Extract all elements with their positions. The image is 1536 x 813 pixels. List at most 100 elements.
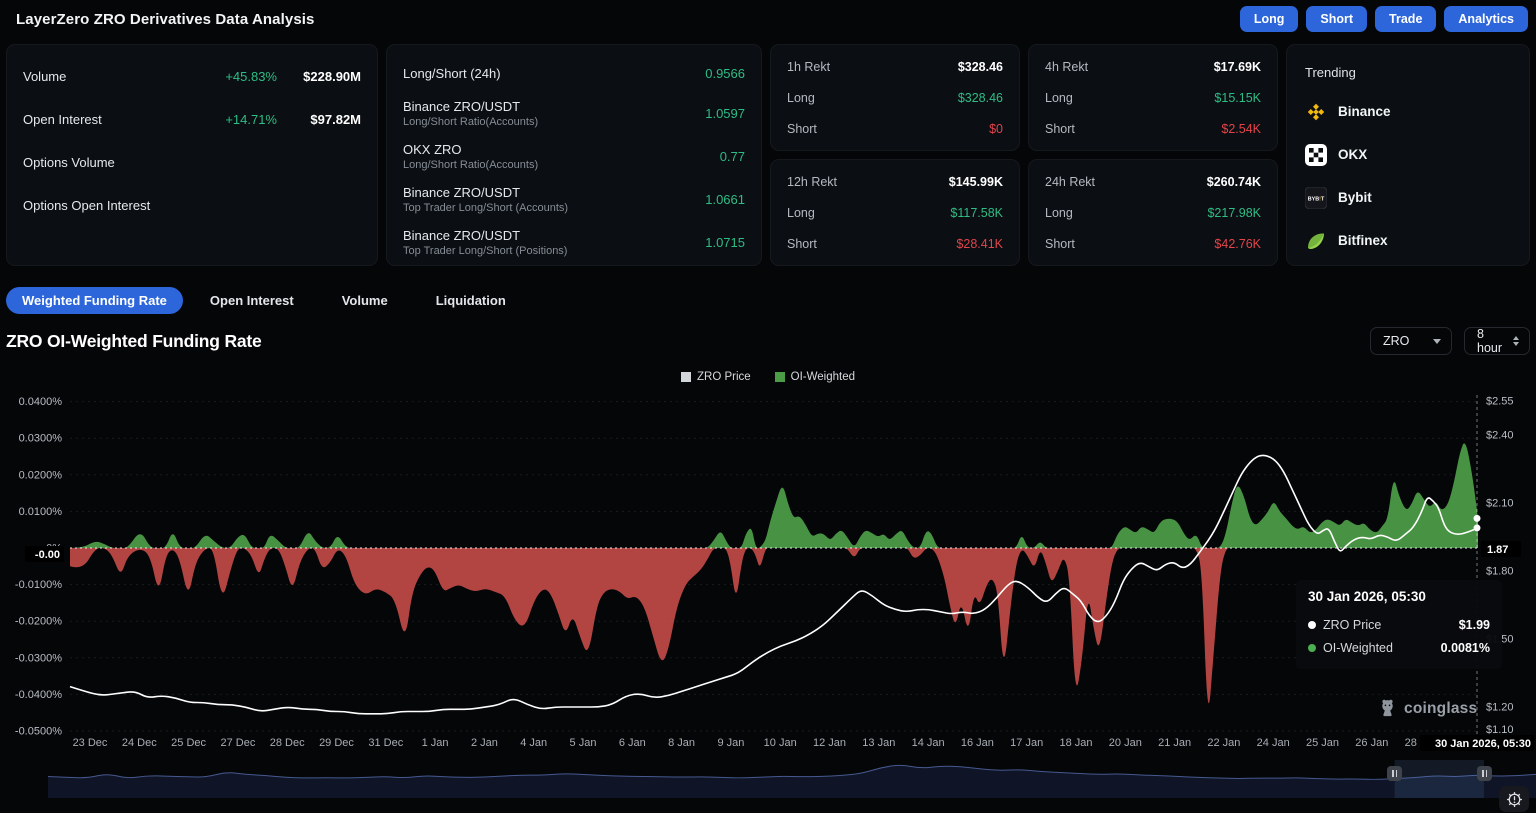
svg-text:$1.80: $1.80: [1486, 566, 1514, 578]
svg-text:17 Jan: 17 Jan: [1010, 737, 1043, 749]
svg-text:24 Dec: 24 Dec: [122, 737, 157, 749]
legend-item-zro-price[interactable]: ZRO Price: [681, 371, 751, 383]
svg-text:9 Jan: 9 Jan: [717, 737, 744, 749]
long-button[interactable]: Long: [1240, 6, 1299, 32]
ratio-sublabel: Long/Short Ratio(Accounts): [403, 116, 705, 128]
oi-weighted-dot-icon: [1308, 644, 1316, 652]
trade-button[interactable]: Trade: [1375, 6, 1436, 32]
crosshair-date-badge: 30 Jan 2026, 05:30: [1435, 738, 1531, 750]
svg-text:13 Jan: 13 Jan: [862, 737, 895, 749]
ratio-label: Binance ZRO/USDT: [403, 99, 705, 114]
funding-rate-chart[interactable]: 0.0400%0.0300%0.0200%0.0100%0%-0.0100%-0…: [0, 388, 1536, 756]
range-navigator[interactable]: [0, 756, 1536, 800]
ratio-row: Binance ZRO/USDT Long/Short Ratio(Accoun…: [403, 92, 745, 135]
svg-text:0.0300%: 0.0300%: [19, 433, 63, 445]
ratio-row: Long/Short (24h) 0.9566: [403, 55, 745, 92]
trending-item-okx[interactable]: OKX: [1305, 133, 1511, 176]
ratio-label: Binance ZRO/USDT: [403, 185, 705, 200]
stat-value: $228.90M: [277, 69, 361, 84]
svg-text:28 Dec: 28 Dec: [270, 737, 305, 749]
rekt-card-4h: 4h Rekt$17.69K Long$15.15K Short$2.54K: [1028, 44, 1278, 151]
svg-text:25 Dec: 25 Dec: [171, 737, 206, 749]
legend-item-oi-weighted[interactable]: OI-Weighted: [775, 371, 855, 383]
stat-row-options-open-interest: Options Open Interest: [23, 184, 361, 227]
svg-text:18 Jan: 18 Jan: [1059, 737, 1092, 749]
interval-select[interactable]: 8 hour: [1464, 327, 1530, 355]
stat-change: +14.71%: [201, 112, 277, 127]
rekt-short-value: $42.76K: [1214, 237, 1261, 251]
ratio-value: 0.77: [720, 149, 745, 164]
svg-text:16 Jan: 16 Jan: [961, 737, 994, 749]
ratio-sublabel: Top Trader Long/Short (Accounts): [403, 202, 705, 214]
ratio-value: 1.0661: [705, 192, 745, 207]
symbol-select[interactable]: ZRO: [1370, 327, 1452, 355]
tab-liquidation[interactable]: Liquidation: [415, 287, 527, 314]
svg-text:20 Jan: 20 Jan: [1109, 737, 1142, 749]
svg-text:-0.0500%: -0.0500%: [15, 726, 62, 738]
trending-item-binance[interactable]: Binance: [1305, 90, 1511, 133]
rekt-long-value: $117.58K: [950, 206, 1003, 220]
trending-title: Trending: [1305, 55, 1511, 90]
analytics-button[interactable]: Analytics: [1444, 6, 1528, 32]
svg-text:26 Jan: 26 Jan: [1355, 737, 1388, 749]
tab-volume[interactable]: Volume: [321, 287, 409, 314]
tab-weighted-funding-rate[interactable]: Weighted Funding Rate: [6, 287, 183, 314]
ratio-label: OKX ZRO: [403, 142, 720, 157]
tooltip-series-value: 0.0081%: [1441, 641, 1490, 655]
bitfinex-icon: [1305, 230, 1327, 252]
tooltip-series-name: OI-Weighted: [1323, 641, 1434, 655]
navigator-selection: [1395, 760, 1484, 798]
chart-title: ZRO OI-Weighted Funding Rate: [6, 331, 262, 352]
svg-text:$1.20: $1.20: [1486, 702, 1514, 714]
ratio-sublabel: Long/Short Ratio(Accounts): [403, 159, 720, 171]
funding-last-dot: [1474, 515, 1481, 522]
svg-text:31 Dec: 31 Dec: [368, 737, 403, 749]
exchange-name: Bybit: [1338, 190, 1372, 205]
svg-text:29 Dec: 29 Dec: [319, 737, 354, 749]
rekt-period: 12h Rekt: [787, 175, 949, 189]
legend-swatch-icon: [775, 372, 785, 382]
rekt-short-value: $28.41K: [956, 237, 1003, 251]
svg-text:$2.40: $2.40: [1486, 430, 1514, 442]
rekt-short-label: Short: [1045, 122, 1221, 136]
stat-row-options-volume: Options Volume: [23, 141, 361, 184]
svg-text:21 Jan: 21 Jan: [1158, 737, 1191, 749]
ratio-label: Binance ZRO/USDT: [403, 228, 705, 243]
rekt-short-label: Short: [787, 122, 989, 136]
ratio-row: Binance ZRO/USDT Top Trader Long/Short (…: [403, 178, 745, 221]
funding-area-negative: [70, 548, 1478, 703]
svg-text:27 Dec: 27 Dec: [220, 737, 255, 749]
tab-open-interest[interactable]: Open Interest: [189, 287, 315, 314]
chart-legend: ZRO Price OI-Weighted: [0, 371, 1536, 383]
short-button[interactable]: Short: [1306, 6, 1367, 32]
svg-text:14 Jan: 14 Jan: [912, 737, 945, 749]
ratio-label: Long/Short (24h): [403, 66, 705, 81]
long-short-ratio-panel: Long/Short (24h) 0.9566 Binance ZRO/USDT…: [386, 44, 762, 266]
bybit-icon: BYB!T: [1305, 187, 1327, 209]
gear-icon: [1506, 791, 1523, 808]
rekt-period: 24h Rekt: [1045, 175, 1207, 189]
svg-text:0.0100%: 0.0100%: [19, 506, 63, 518]
trending-item-bitfinex[interactable]: Bitfinex: [1305, 219, 1511, 262]
stat-label: Volume: [23, 69, 201, 84]
trending-item-bybit[interactable]: BYB!T Bybit: [1305, 176, 1511, 219]
stat-change: +45.83%: [201, 69, 277, 84]
okx-icon: [1305, 144, 1327, 166]
svg-text:6 Jan: 6 Jan: [619, 737, 646, 749]
svg-text:23 Dec: 23 Dec: [73, 737, 108, 749]
rekt-panels: 1h Rekt$328.46 Long$328.46 Short$0 4h Re…: [770, 44, 1278, 266]
rekt-short-label: Short: [787, 237, 956, 251]
rekt-long-label: Long: [1045, 91, 1214, 105]
market-stats-panel: Volume +45.83% $228.90M Open Interest +1…: [6, 44, 378, 266]
navigator-handle-right[interactable]: [1477, 766, 1492, 781]
svg-text:$2.10: $2.10: [1486, 498, 1514, 510]
settings-button[interactable]: [1499, 786, 1529, 812]
rekt-long-label: Long: [787, 206, 950, 220]
legend-swatch-icon: [681, 372, 691, 382]
stat-label: Options Open Interest: [23, 198, 201, 213]
rekt-long-value: $15.15K: [1214, 91, 1261, 105]
rekt-total: $328.46: [958, 60, 1003, 74]
rekt-total: $145.99K: [949, 175, 1003, 189]
navigator-handle-left[interactable]: [1387, 766, 1402, 781]
funding-area-positive: [70, 443, 1478, 548]
